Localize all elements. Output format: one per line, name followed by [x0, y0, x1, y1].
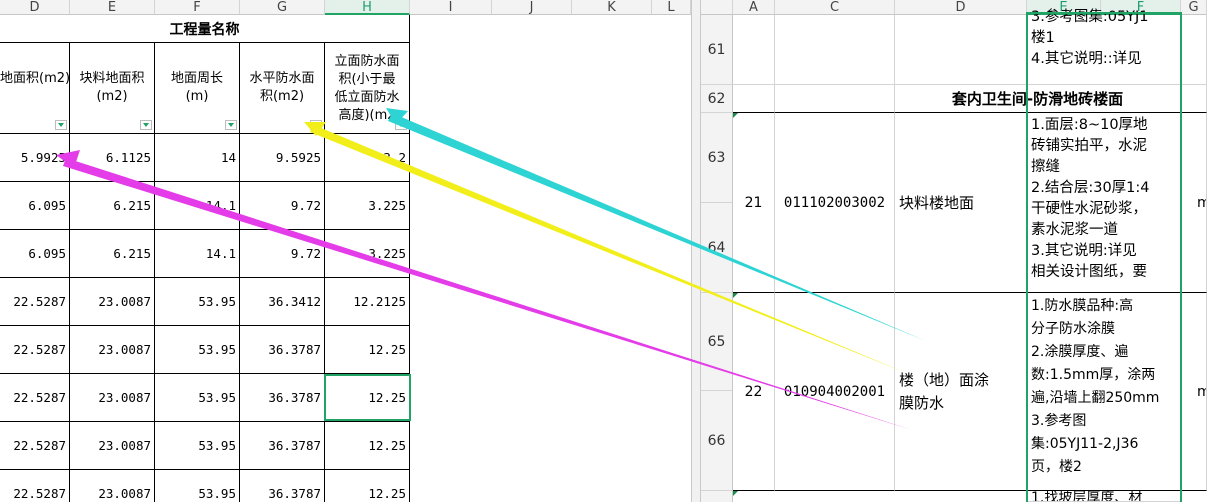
cell-block-floor-area[interactable]: 6.215 — [70, 230, 155, 278]
cell-vertical-waterproof-area[interactable]: 3.225 — [325, 182, 410, 230]
column-header-h[interactable]: H — [325, 0, 410, 15]
cell-a62[interactable] — [733, 85, 775, 113]
cell-g62[interactable] — [1181, 85, 1207, 113]
cell-horizontal-waterproof-area[interactable]: 9.72 — [240, 182, 325, 230]
cell-floor-perimeter[interactable]: 53.95 — [155, 278, 240, 326]
item22-name[interactable]: 楼（地）面涂 膜防水 — [895, 293, 1027, 491]
right-spreadsheet-pane: A C D E F G 61 62 63 64 65 66 3.参考图集:05Y… — [701, 0, 1207, 502]
window-split-divider[interactable] — [691, 0, 701, 502]
cell-block-floor-area[interactable]: 23.0087 — [70, 278, 155, 326]
cell-vertical-waterproof-area[interactable]: 12.2125 — [325, 278, 410, 326]
cell-vertical-waterproof-area[interactable]: 12.25 — [325, 422, 410, 470]
column-header-a[interactable]: A — [733, 0, 775, 15]
filter-dropdown-icon[interactable] — [55, 120, 67, 130]
item22-code[interactable]: 010904002001 — [775, 293, 895, 491]
column-header-e[interactable]: E — [70, 0, 155, 15]
cell-c61[interactable] — [775, 15, 895, 85]
row-number-61[interactable]: 61 — [701, 15, 733, 85]
column-header-i[interactable]: I — [410, 0, 492, 15]
row-number-66[interactable]: 66 — [701, 391, 733, 491]
cell-vertical-waterproof-area[interactable]: 12.25 — [325, 326, 410, 374]
filter-dropdown-icon[interactable] — [225, 120, 237, 130]
cell-horizontal-waterproof-area[interactable]: 36.3787 — [240, 326, 325, 374]
cell-horizontal-waterproof-area[interactable]: 9.72 — [240, 230, 325, 278]
column-header-c[interactable]: C — [775, 0, 895, 15]
column-header-j[interactable]: J — [492, 0, 572, 15]
cell-g61[interactable] — [1181, 15, 1207, 85]
row-number-63[interactable]: 63 — [701, 113, 733, 203]
header-vertical-waterproof-area[interactable]: 立面防水面 积(小于最 低立面防水 高度)(m2 — [325, 43, 410, 134]
item22-unit[interactable]: m — [1181, 293, 1207, 491]
header-floor-area-label: 地面积(m2) — [0, 71, 70, 86]
header-floor-area[interactable]: 地面积(m2) — [0, 43, 70, 134]
cell-a61[interactable] — [733, 15, 775, 85]
filter-dropdown-icon[interactable] — [140, 120, 152, 130]
cell-floor-perimeter[interactable]: 14.1 — [155, 230, 240, 278]
row-number-64[interactable]: 64 — [701, 203, 733, 293]
cell-vertical-waterproof-area[interactable]: 12.25 — [325, 470, 410, 502]
filter-dropdown-icon[interactable] — [310, 120, 322, 130]
cell-floor-perimeter[interactable]: 53.95 — [155, 326, 240, 374]
cell-block-floor-area[interactable]: 23.0087 — [70, 422, 155, 470]
comment-indicator-icon — [733, 293, 738, 298]
cell-c62[interactable] — [775, 85, 895, 113]
cell-floor-area[interactable]: 22.5287 — [0, 422, 70, 470]
cell-horizontal-waterproof-area[interactable]: 9.5925 — [240, 134, 325, 182]
header-horizontal-waterproof-area[interactable]: 水平防水面 积(m2) — [240, 43, 325, 134]
cell-block-floor-area[interactable]: 23.0087 — [70, 374, 155, 422]
column-header-d[interactable]: D — [895, 0, 1027, 15]
cell-horizontal-waterproof-area[interactable]: 36.3787 — [240, 422, 325, 470]
column-header-g[interactable]: G — [240, 0, 325, 15]
cell-block-floor-area[interactable]: 23.0087 — [70, 326, 155, 374]
comment-indicator-icon — [733, 113, 738, 118]
left-spreadsheet-pane: D E F G H I J K L 工程量名称 地面积(m2) 块料地面积 (m… — [0, 0, 691, 502]
header-block-floor-area-label: 块料地面积 (m2) — [79, 71, 145, 104]
column-header-k[interactable]: K — [572, 0, 652, 15]
selected-range-e-f[interactable] — [1026, 12, 1182, 502]
cell-floor-perimeter[interactable]: 53.95 — [155, 470, 240, 502]
row-number-65[interactable]: 65 — [701, 293, 733, 391]
header-vertical-waterproof-area-label: 立面防水面 积(小于最 低立面防水 高度)(m2 — [334, 54, 400, 123]
cell-floor-perimeter[interactable]: 14.1 — [155, 182, 240, 230]
cell-floor-area[interactable]: 5.9925 — [0, 134, 70, 182]
comment-indicator-icon — [733, 491, 738, 496]
item22-seq[interactable]: 22 — [733, 293, 775, 491]
cell-floor-perimeter[interactable]: 53.95 — [155, 422, 240, 470]
cell-floor-perimeter[interactable]: 14 — [155, 134, 240, 182]
item21-unit[interactable]: m — [1181, 113, 1207, 293]
cell-block-floor-area[interactable]: 23.0087 — [70, 470, 155, 502]
cell-floor-area[interactable]: 22.5287 — [0, 374, 70, 422]
active-cell-selection[interactable] — [324, 374, 411, 421]
cell-floor-area[interactable]: 6.095 — [0, 230, 70, 278]
header-floor-perimeter-label: 地面周长 (m) — [170, 71, 223, 104]
cell-block-floor-area[interactable]: 6.215 — [70, 182, 155, 230]
item21-code[interactable]: 011102003002 — [775, 113, 895, 293]
cell-d61[interactable] — [895, 15, 1027, 85]
column-header-d[interactable]: D — [0, 0, 70, 15]
cell-floor-area[interactable]: 22.5287 — [0, 278, 70, 326]
filter-dropdown-icon[interactable] — [395, 120, 407, 130]
row-number-62[interactable]: 62 — [701, 85, 733, 113]
cell-vertical-waterproof-area[interactable]: 3.2 — [325, 134, 410, 182]
column-header-l[interactable]: L — [652, 0, 691, 15]
cell-vertical-waterproof-area[interactable]: 3.225 — [325, 230, 410, 278]
cell-horizontal-waterproof-area[interactable]: 36.3787 — [240, 374, 325, 422]
item21-seq[interactable]: 21 — [733, 113, 775, 293]
corner-cell[interactable] — [701, 0, 733, 15]
cell-horizontal-waterproof-area[interactable]: 36.3787 — [240, 470, 325, 502]
cell-floor-area[interactable]: 22.5287 — [0, 470, 70, 502]
header-horizontal-waterproof-area-label: 水平防水面 积(m2) — [249, 71, 315, 104]
header-block-floor-area[interactable]: 块料地面积 (m2) — [70, 43, 155, 134]
cell-horizontal-waterproof-area[interactable]: 36.3412 — [240, 278, 325, 326]
row-number-67[interactable] — [701, 491, 733, 502]
cell-floor-area[interactable]: 6.095 — [0, 182, 70, 230]
column-header-g[interactable]: G — [1181, 0, 1207, 15]
cell-floor-perimeter[interactable]: 53.95 — [155, 374, 240, 422]
header-floor-perimeter[interactable]: 地面周长 (m) — [155, 43, 240, 134]
column-header-f[interactable]: F — [155, 0, 240, 15]
cell-floor-area[interactable]: 22.5287 — [0, 326, 70, 374]
item21-name[interactable]: 块料楼地面 — [895, 113, 1027, 293]
group-header-quantity-name[interactable]: 工程量名称 — [0, 15, 410, 43]
cell-block-floor-area[interactable]: 6.1125 — [70, 134, 155, 182]
